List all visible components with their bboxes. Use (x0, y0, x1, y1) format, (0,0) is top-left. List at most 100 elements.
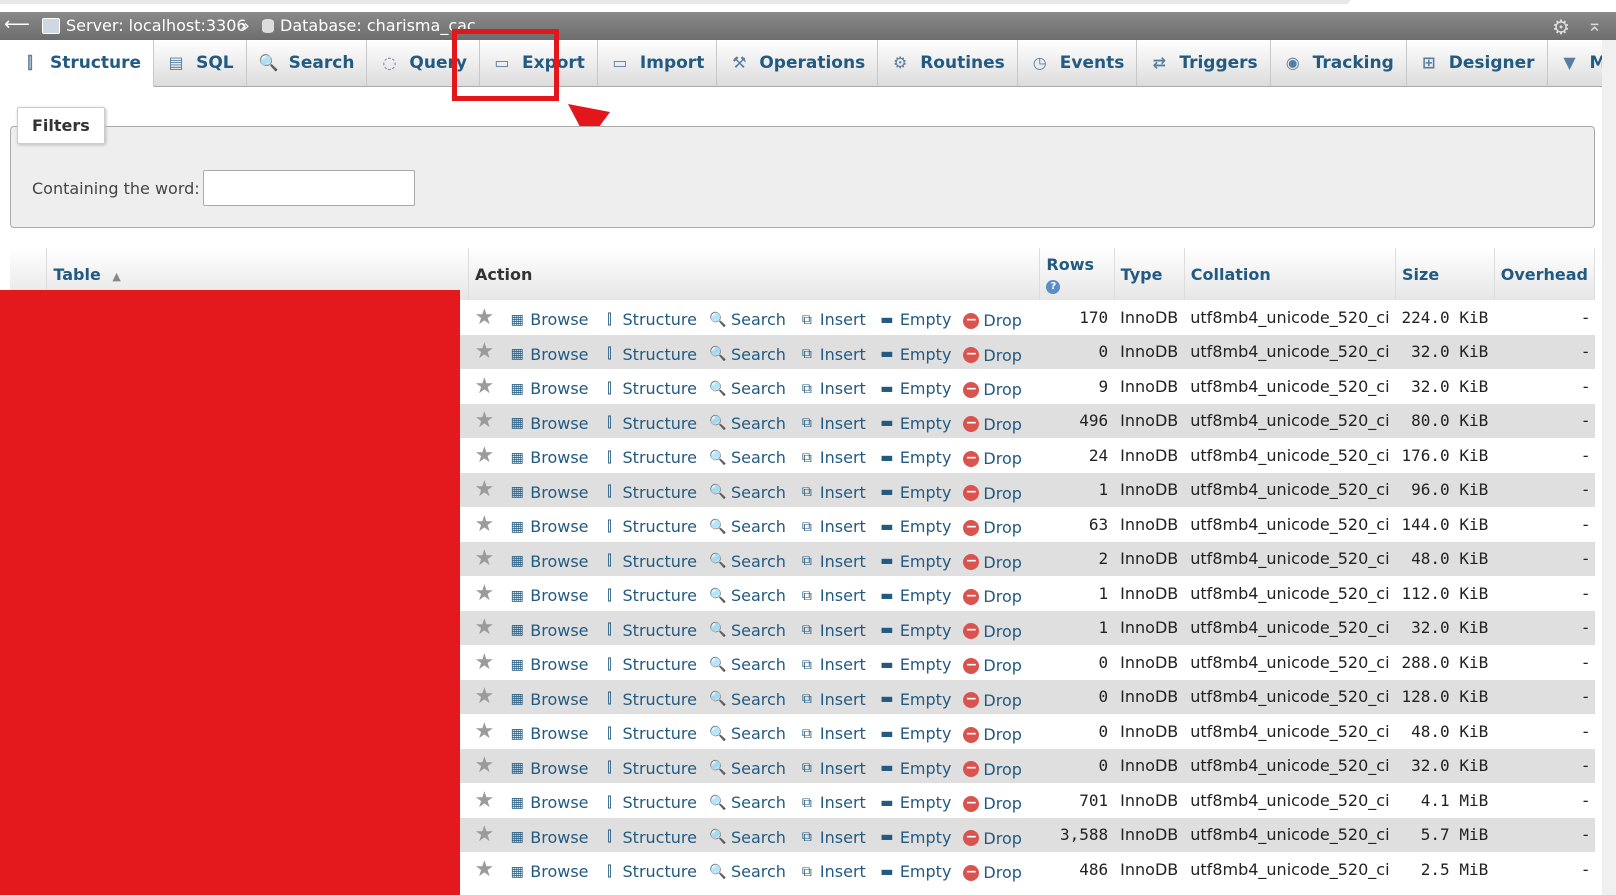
tab-designer[interactable]: ⊞ Designer (1407, 40, 1548, 86)
favorite-star-icon[interactable]: ★ (475, 753, 495, 778)
action-browse-link[interactable]: ▦ Browse (508, 793, 589, 812)
action-structure-link[interactable]: ⫿ Structure (601, 621, 697, 640)
action-browse-link[interactable]: ▦ Browse (508, 483, 589, 502)
favorite-star-icon[interactable]: ★ (475, 822, 495, 847)
action-insert-link[interactable]: ⧉ Insert (798, 310, 866, 329)
action-insert-link[interactable]: ⧉ Insert (798, 345, 866, 364)
action-empty-link[interactable]: ▬ Empty (878, 310, 951, 329)
cell-size[interactable]: 48.0 KiB (1395, 714, 1495, 749)
action-structure-link[interactable]: ⫿ Structure (601, 862, 697, 881)
action-empty-link[interactable]: ▬ Empty (878, 793, 951, 812)
favorite-star-icon[interactable]: ★ (475, 788, 495, 813)
action-empty-link[interactable]: ▬ Empty (878, 517, 951, 536)
favorite-star-icon[interactable]: ★ (475, 512, 495, 537)
action-insert-link[interactable]: ⧉ Insert (798, 724, 866, 743)
action-empty-link[interactable]: ▬ Empty (878, 828, 951, 847)
collapse-icon[interactable]: ⌅ (1587, 15, 1602, 36)
tab-structure[interactable]: ⫿ Structure (8, 40, 155, 87)
action-empty-link[interactable]: ▬ Empty (878, 483, 951, 502)
tab-sql[interactable]: ▤ SQL (154, 40, 247, 86)
action-drop-link[interactable]: − Drop (963, 622, 1022, 641)
tab-operations[interactable]: ⚒ Operations (717, 40, 879, 86)
action-insert-link[interactable]: ⧉ Insert (798, 379, 866, 398)
cell-size[interactable]: 32.0 KiB (1395, 610, 1495, 645)
cell-size[interactable]: 176.0 KiB (1395, 438, 1495, 473)
action-search-link[interactable]: 🔍 Search (709, 621, 786, 640)
tab-triggers[interactable]: ⇄ Triggers (1137, 40, 1271, 86)
action-empty-link[interactable]: ▬ Empty (878, 414, 951, 433)
favorite-star-icon[interactable]: ★ (475, 546, 495, 571)
action-search-link[interactable]: 🔍 Search (709, 793, 786, 812)
action-structure-link[interactable]: ⫿ Structure (601, 690, 697, 709)
action-browse-link[interactable]: ▦ Browse (508, 414, 589, 433)
action-search-link[interactable]: 🔍 Search (709, 483, 786, 502)
action-empty-link[interactable]: ▬ Empty (878, 552, 951, 571)
action-browse-link[interactable]: ▦ Browse (508, 517, 589, 536)
cell-size[interactable]: 80.0 KiB (1395, 403, 1495, 438)
action-empty-link[interactable]: ▬ Empty (878, 586, 951, 605)
action-structure-link[interactable]: ⫿ Structure (601, 414, 697, 433)
cell-size[interactable]: 288.0 KiB (1395, 645, 1495, 680)
action-insert-link[interactable]: ⧉ Insert (798, 552, 866, 571)
action-search-link[interactable]: 🔍 Search (709, 828, 786, 847)
action-browse-link[interactable]: ▦ Browse (508, 828, 589, 847)
action-search-link[interactable]: 🔍 Search (709, 655, 786, 674)
favorite-star-icon[interactable]: ★ (475, 408, 495, 433)
action-structure-link[interactable]: ⫿ Structure (601, 379, 697, 398)
breadcrumb-database[interactable]: Database: charisma_cac (262, 16, 476, 35)
action-browse-link[interactable]: ▦ Browse (508, 690, 589, 709)
cell-size[interactable]: 144.0 KiB (1395, 507, 1495, 542)
action-structure-link[interactable]: ⫿ Structure (601, 345, 697, 364)
favorite-star-icon[interactable]: ★ (475, 615, 495, 640)
action-drop-link[interactable]: − Drop (963, 484, 1022, 503)
action-insert-link[interactable]: ⧉ Insert (798, 586, 866, 605)
action-structure-link[interactable]: ⫿ Structure (601, 724, 697, 743)
action-structure-link[interactable]: ⫿ Structure (601, 552, 697, 571)
action-empty-link[interactable]: ▬ Empty (878, 379, 951, 398)
action-drop-link[interactable]: − Drop (963, 656, 1022, 675)
action-drop-link[interactable]: − Drop (963, 829, 1022, 848)
gear-icon[interactable]: ⚙ (1552, 15, 1570, 39)
cell-size[interactable]: 2.5 MiB (1395, 852, 1495, 887)
action-search-link[interactable]: 🔍 Search (709, 690, 786, 709)
action-drop-link[interactable]: − Drop (963, 380, 1022, 399)
action-search-link[interactable]: 🔍 Search (709, 414, 786, 433)
action-insert-link[interactable]: ⧉ Insert (798, 483, 866, 502)
action-structure-link[interactable]: ⫿ Structure (601, 828, 697, 847)
action-structure-link[interactable]: ⫿ Structure (601, 655, 697, 674)
action-drop-link[interactable]: − Drop (963, 518, 1022, 537)
action-empty-link[interactable]: ▬ Empty (878, 655, 951, 674)
action-browse-link[interactable]: ▦ Browse (508, 862, 589, 881)
favorite-star-icon[interactable]: ★ (475, 443, 495, 468)
cell-size[interactable]: 48.0 KiB (1395, 541, 1495, 576)
tab-search[interactable]: 🔍 Search (247, 40, 368, 86)
action-drop-link[interactable]: − Drop (963, 553, 1022, 572)
action-search-link[interactable]: 🔍 Search (709, 862, 786, 881)
favorite-star-icon[interactable]: ★ (475, 650, 495, 675)
tab-import[interactable]: ▭ Import (598, 40, 718, 86)
action-browse-link[interactable]: ▦ Browse (508, 379, 589, 398)
action-empty-link[interactable]: ▬ Empty (878, 724, 951, 743)
action-drop-link[interactable]: − Drop (963, 863, 1022, 882)
action-empty-link[interactable]: ▬ Empty (878, 690, 951, 709)
cell-size[interactable]: 32.0 KiB (1395, 748, 1495, 783)
favorite-star-icon[interactable]: ★ (475, 857, 495, 882)
action-insert-link[interactable]: ⧉ Insert (798, 621, 866, 640)
header-collation[interactable]: Collation (1184, 248, 1397, 300)
action-drop-link[interactable]: − Drop (963, 346, 1022, 365)
action-drop-link[interactable]: − Drop (963, 725, 1022, 744)
action-empty-link[interactable]: ▬ Empty (878, 759, 951, 778)
action-browse-link[interactable]: ▦ Browse (508, 724, 589, 743)
favorite-star-icon[interactable]: ★ (475, 374, 495, 399)
action-search-link[interactable]: 🔍 Search (709, 724, 786, 743)
cell-size[interactable]: 5.7 MiB (1395, 817, 1495, 852)
action-search-link[interactable]: 🔍 Search (709, 586, 786, 605)
action-empty-link[interactable]: ▬ Empty (878, 345, 951, 364)
tab-tracking[interactable]: ◉ Tracking (1271, 40, 1407, 86)
action-browse-link[interactable]: ▦ Browse (508, 621, 589, 640)
header-size[interactable]: Size (1395, 248, 1495, 300)
action-structure-link[interactable]: ⫿ Structure (601, 310, 697, 329)
breadcrumb-server[interactable]: Server: localhost:3306 (42, 16, 247, 35)
action-browse-link[interactable]: ▦ Browse (508, 759, 589, 778)
action-drop-link[interactable]: − Drop (963, 311, 1022, 330)
